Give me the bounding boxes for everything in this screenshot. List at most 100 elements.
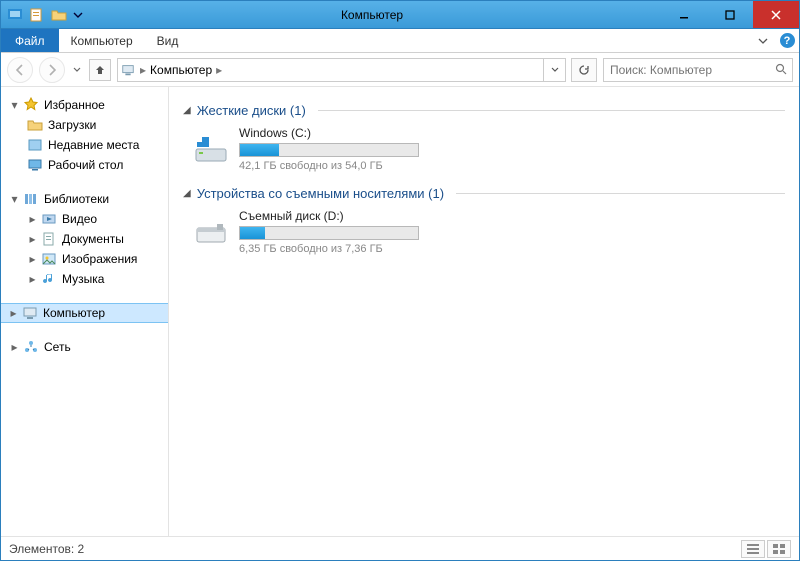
desktop-icon [27, 157, 43, 173]
navigation-bar: ▸ Компьютер ▸ [1, 53, 799, 87]
tree-item-music[interactable]: ▸ Музыка [1, 269, 168, 289]
view-tiles-button[interactable] [767, 540, 791, 558]
group-title: Устройства со съемными носителями (1) [197, 186, 444, 201]
images-icon [41, 251, 57, 267]
app-icon [7, 7, 23, 23]
expand-icon[interactable]: ▸ [8, 308, 19, 319]
file-tab[interactable]: Файл [1, 29, 59, 52]
tree-item-desktop[interactable]: Рабочий стол [1, 155, 168, 175]
expand-icon[interactable]: ▸ [27, 234, 38, 245]
address-dropdown[interactable] [543, 59, 565, 81]
recent-icon [27, 137, 43, 153]
libraries-icon [23, 191, 39, 207]
tree-label: Музыка [60, 272, 104, 286]
minimize-button[interactable] [661, 1, 707, 28]
collapse-icon[interactable]: ▾ [9, 100, 20, 111]
expand-icon[interactable]: ▸ [9, 342, 20, 353]
group-rule [318, 110, 785, 111]
tree-group-network: ▸ Сеть [1, 337, 168, 357]
collapse-icon[interactable]: ▾ [9, 194, 20, 205]
forward-button[interactable] [39, 57, 65, 83]
drive-free-text: 42,1 ГБ свободно из 54,0 ГБ [239, 160, 439, 172]
navigation-pane: ▾ Избранное Загрузки Недавние места Рабо… [1, 87, 169, 536]
tree-label: Видео [60, 212, 97, 226]
star-icon [23, 97, 39, 113]
tree-item-recent[interactable]: Недавние места [1, 135, 168, 155]
tree-group-computer: ▸ Компьютер [1, 303, 168, 323]
tree-item-computer[interactable]: ▸ Компьютер [1, 303, 168, 323]
tab-label: Вид [157, 34, 179, 48]
qat-dropdown-icon[interactable] [73, 7, 83, 23]
expand-icon[interactable]: ▸ [27, 254, 38, 265]
ribbon: Файл Компьютер Вид ? [1, 29, 799, 53]
status-text: Элементов: 2 [9, 542, 84, 556]
removable-disk-icon [193, 214, 229, 250]
computer-icon [118, 63, 138, 77]
group-header-hdd[interactable]: ◢ Жесткие диски (1) [183, 103, 785, 118]
body: ▾ Избранное Загрузки Недавние места Рабо… [1, 87, 799, 536]
tab-computer[interactable]: Компьютер [59, 29, 145, 52]
music-icon [41, 271, 57, 287]
group-title: Жесткие диски (1) [197, 103, 306, 118]
search-input[interactable] [604, 63, 771, 77]
expand-icon[interactable]: ▸ [27, 274, 38, 285]
window-title: Компьютер [83, 8, 661, 22]
ribbon-expand-button[interactable] [751, 29, 775, 52]
drive-item[interactable]: Съемный диск (D:) 6,35 ГБ свободно из 7,… [193, 209, 785, 255]
network-icon [23, 339, 39, 355]
tree-label: Изображения [60, 252, 137, 266]
breadcrumb-separator[interactable]: ▸ [138, 63, 148, 77]
tree-item-network[interactable]: ▸ Сеть [1, 337, 168, 357]
tree-label: Избранное [42, 98, 105, 112]
drive-capacity-bar [239, 226, 419, 240]
tree-label: Библиотеки [42, 192, 109, 206]
help-button[interactable]: ? [775, 29, 799, 52]
expand-icon[interactable]: ▸ [27, 214, 38, 225]
maximize-button[interactable] [707, 1, 753, 28]
tab-view[interactable]: Вид [145, 29, 191, 52]
group-header-removable[interactable]: ◢ Устройства со съемными носителями (1) [183, 186, 785, 201]
drive-item[interactable]: Windows (C:) 42,1 ГБ свободно из 54,0 ГБ [193, 126, 785, 172]
tree-label: Рабочий стол [46, 158, 123, 172]
computer-icon [22, 305, 38, 321]
back-button[interactable] [7, 57, 33, 83]
drive-used-fill [240, 144, 279, 156]
view-details-button[interactable] [741, 540, 765, 558]
up-button[interactable] [89, 59, 111, 81]
content-pane: ◢ Жесткие диски (1) Windows (C:) 42,1 ГБ… [169, 87, 799, 536]
search-icon[interactable] [771, 63, 792, 76]
close-button[interactable] [753, 1, 799, 28]
status-bar: Элементов: 2 [1, 536, 799, 560]
help-icon: ? [780, 33, 795, 48]
breadcrumb-item[interactable]: Компьютер [148, 63, 214, 77]
tree-group-favorites: ▾ Избранное Загрузки Недавние места Рабо… [1, 95, 168, 175]
tree-item-favorites[interactable]: ▾ Избранное [1, 95, 168, 115]
tree-label: Документы [60, 232, 124, 246]
refresh-button[interactable] [571, 58, 597, 82]
quick-access-toolbar [1, 7, 83, 23]
breadcrumb-separator[interactable]: ▸ [214, 63, 224, 77]
drive-capacity-bar [239, 143, 419, 157]
hdd-icon [193, 131, 229, 167]
tree-item-images[interactable]: ▸ Изображения [1, 249, 168, 269]
window-controls [661, 1, 799, 28]
recent-locations-dropdown[interactable] [71, 66, 83, 74]
tree-item-video[interactable]: ▸ Видео [1, 209, 168, 229]
drive-used-fill [240, 227, 265, 239]
collapse-icon[interactable]: ◢ [183, 188, 191, 199]
tree-label: Компьютер [41, 306, 105, 320]
qat-new-folder-icon[interactable] [51, 7, 67, 23]
tree-label: Недавние места [46, 138, 139, 152]
tab-label: Компьютер [71, 34, 133, 48]
tree-item-downloads[interactable]: Загрузки [1, 115, 168, 135]
group-rule [456, 193, 785, 194]
search-box[interactable] [603, 58, 793, 82]
documents-icon [41, 231, 57, 247]
drive-name: Съемный диск (D:) [239, 209, 439, 223]
address-bar[interactable]: ▸ Компьютер ▸ [117, 58, 566, 82]
drive-free-text: 6,35 ГБ свободно из 7,36 ГБ [239, 243, 439, 255]
tree-item-libraries[interactable]: ▾ Библиотеки [1, 189, 168, 209]
qat-properties-icon[interactable] [29, 7, 45, 23]
tree-item-documents[interactable]: ▸ Документы [1, 229, 168, 249]
collapse-icon[interactable]: ◢ [183, 105, 191, 116]
